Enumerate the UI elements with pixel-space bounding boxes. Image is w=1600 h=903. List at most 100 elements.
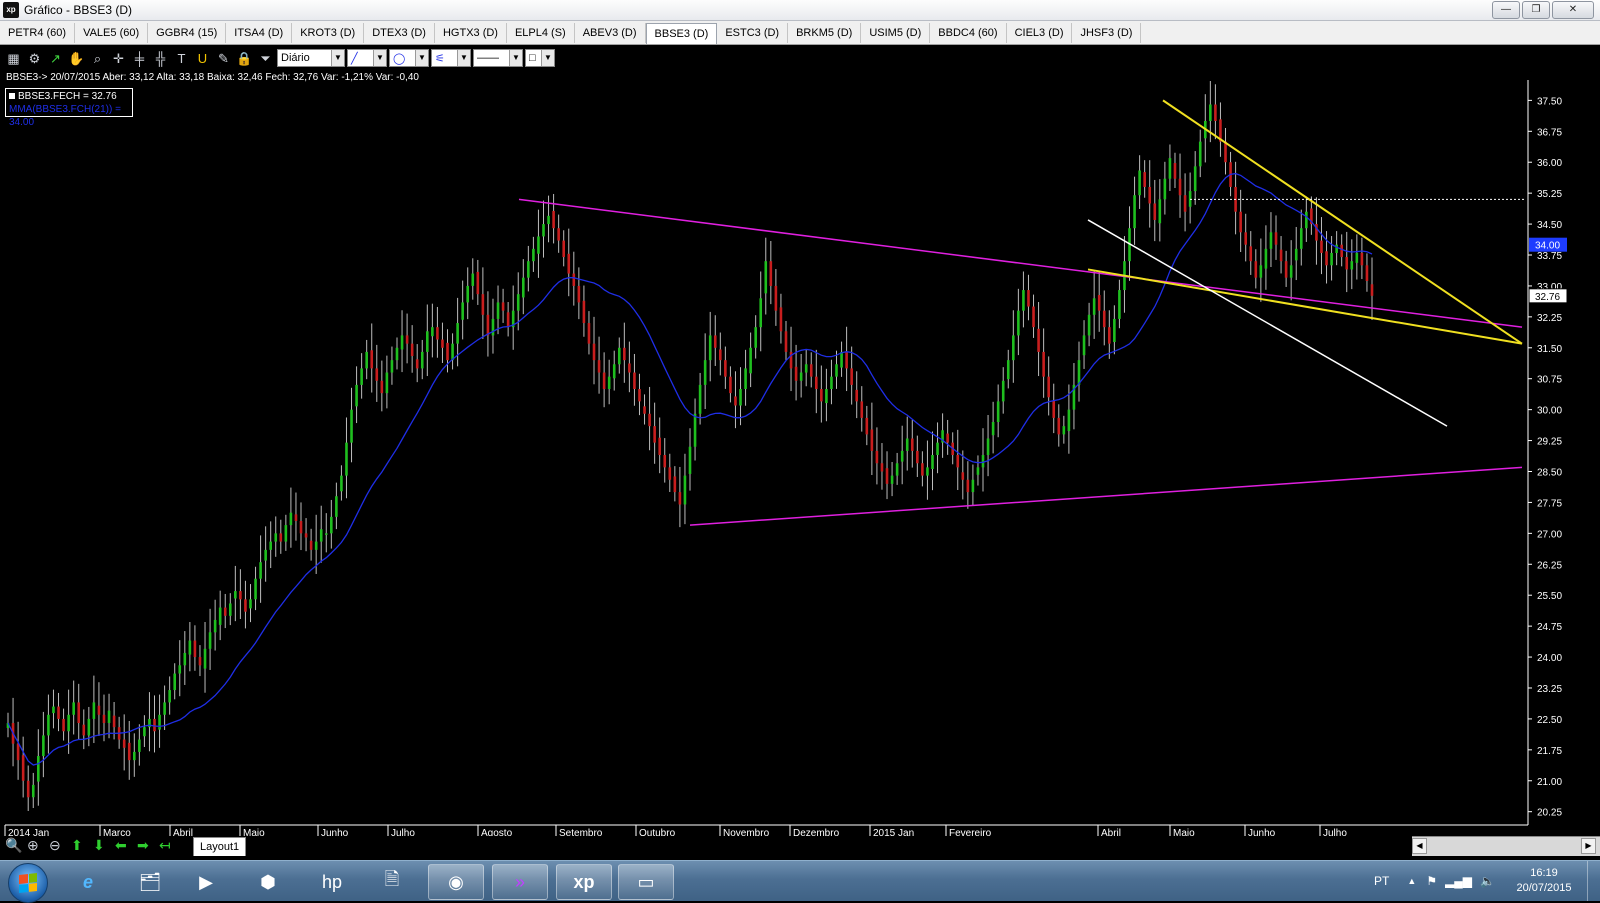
chevron-down-icon[interactable]: ▼ <box>373 50 386 66</box>
chart-svg[interactable]: 37.5036.7536.0035.2534.5033.7533.0032.25… <box>0 70 1600 839</box>
candle-body <box>1249 246 1253 262</box>
candle-body <box>1193 166 1197 192</box>
layout-tab[interactable]: Layout1 <box>193 837 247 856</box>
chevron-down-icon[interactable]: ▼ <box>415 50 428 66</box>
symbol-tab[interactable]: GGBR4 (15) <box>148 23 227 43</box>
eraser-icon[interactable]: ✎ <box>214 49 233 68</box>
back-arrow-icon[interactable]: ↤ <box>159 837 171 854</box>
candle-body <box>476 271 480 295</box>
candle-body <box>274 533 278 542</box>
close-button[interactable]: ✕ <box>1552 1 1594 19</box>
volume-icon[interactable]: 🔈 <box>1480 874 1495 888</box>
start-button[interactable] <box>8 863 48 903</box>
chevron-down-icon[interactable]: ▼ <box>509 50 522 66</box>
language-indicator[interactable]: PT <box>1374 874 1389 888</box>
horizontal-scrollbar[interactable]: ◀ ▶ <box>1412 836 1600 856</box>
tray-up-arrow-icon[interactable]: ▲ <box>1407 876 1416 886</box>
media-player-icon[interactable]: ▶ <box>178 864 234 900</box>
window-title: Gráfico - BBSE3 (D) <box>24 3 133 17</box>
line-color-select[interactable]: □ ▼ <box>525 49 555 67</box>
files-icon[interactable]: 🗎 <box>364 864 420 900</box>
app-arrow-icon[interactable]: » <box>492 864 548 900</box>
right-arrow-icon[interactable]: ➡ <box>137 837 149 854</box>
image-viewer-icon[interactable]: ▭ <box>618 864 674 900</box>
scroll-right-button[interactable]: ▶ <box>1581 838 1596 854</box>
hp-icon[interactable]: hp <box>304 864 360 900</box>
minimize-button[interactable]: — <box>1492 1 1520 19</box>
action-center-icon[interactable]: ⚑ <box>1426 874 1437 888</box>
hand-icon[interactable]: ✋ <box>67 49 86 68</box>
window-titlebar: xp Gráfico - BBSE3 (D) — ❐ ✕ <box>0 0 1600 21</box>
zoom-out-icon[interactable]: ⊖ <box>49 837 61 854</box>
chevron-down-icon[interactable]: ▼ <box>541 50 554 66</box>
candle-body <box>87 718 91 736</box>
candle-body <box>1299 228 1303 249</box>
explorer-icon[interactable]: 🗂 <box>122 864 178 900</box>
candle-body <box>228 603 232 616</box>
candle-body <box>491 318 495 336</box>
chart-type-icon[interactable]: ▦ <box>4 49 23 68</box>
candle-body <box>855 389 859 402</box>
candle-body <box>173 673 177 691</box>
symbol-tab[interactable]: ELPL4 (S) <box>507 23 575 43</box>
candle-body <box>1062 426 1066 435</box>
text-icon[interactable]: T <box>172 49 191 68</box>
zoom-in-icon[interactable]: ⊕ <box>27 837 39 854</box>
scroll-left-button[interactable]: ◀ <box>1412 838 1427 854</box>
network-icon[interactable]: ⬢ <box>240 864 296 900</box>
chrome-icon[interactable]: ◉ <box>428 864 484 900</box>
candle-body <box>213 619 217 633</box>
filter-icon[interactable]: ⏷ <box>256 49 275 68</box>
period-select-value: Diário <box>281 52 310 64</box>
left-arrow-icon[interactable]: ⬅ <box>115 837 127 854</box>
clock[interactable]: 16:19 20/07/2015 <box>1507 866 1581 896</box>
candle-body <box>304 533 308 538</box>
crosshair-icon[interactable]: ✛ <box>109 49 128 68</box>
candle-body <box>910 438 914 451</box>
line-tool-select[interactable]: ╱ ▼ <box>347 49 387 67</box>
symbol-tab[interactable]: BRKM5 (D) <box>788 23 862 43</box>
xp-icon[interactable]: xp <box>556 864 612 900</box>
line-style-select[interactable]: —— ▼ <box>473 49 523 67</box>
candle-body <box>259 562 262 579</box>
y-tick-label: 29.25 <box>1537 437 1562 448</box>
symbol-tab[interactable]: CIEL3 (D) <box>1007 23 1073 43</box>
candle-body <box>1365 265 1369 281</box>
settings-icon[interactable]: ⚙ <box>25 49 44 68</box>
fib-tool-select[interactable]: ⚟ ▼ <box>431 49 471 67</box>
candle-body <box>279 533 283 542</box>
candle-body <box>163 702 166 715</box>
show-desktop-button[interactable] <box>1587 861 1600 901</box>
zoom-icon[interactable]: 🔍 <box>5 837 22 854</box>
chevron-down-icon[interactable]: ▼ <box>331 50 344 66</box>
up-arrow-icon[interactable]: ⬆ <box>71 837 83 854</box>
y-tick-label: 37.50 <box>1537 96 1562 107</box>
price-chart[interactable]: 37.50 36.75 36.00 35.25 34.50 33.75 33.00 32.25… <box>0 70 1600 839</box>
ie-icon[interactable]: e <box>60 864 116 900</box>
lock-icon[interactable]: 🔒 <box>235 49 254 68</box>
symbol-tab[interactable]: ESTC3 (D) <box>717 23 789 43</box>
symbol-tab[interactable]: KROT3 (D) <box>292 23 365 43</box>
symbol-tab[interactable]: HGTX3 (D) <box>435 23 507 43</box>
cursor-icon[interactable]: ↗ <box>46 49 65 68</box>
symbol-tab[interactable]: JHSF3 (D) <box>1072 23 1142 43</box>
magnet-icon[interactable]: U <box>193 49 212 68</box>
symbol-tab[interactable]: USIM5 (D) <box>861 23 931 43</box>
ellipse-tool-select[interactable]: ◯ ▼ <box>389 49 429 67</box>
symbol-tab[interactable]: ABEV3 (D) <box>575 23 646 43</box>
hline-icon[interactable]: ╪ <box>130 49 149 68</box>
symbol-tab[interactable]: ITSA4 (D) <box>226 23 293 43</box>
symbol-tab[interactable]: VALE5 (60) <box>75 23 149 43</box>
symbol-tab[interactable]: BBSE3 (D) <box>645 23 718 44</box>
grid-icon[interactable]: ╬ <box>151 49 170 68</box>
network-signal-icon[interactable]: ▂▄▆ <box>1445 874 1472 888</box>
chevron-down-icon[interactable]: ▼ <box>457 50 470 66</box>
down-arrow-icon[interactable]: ⬇ <box>93 837 105 854</box>
magnifier-icon[interactable]: ⌕ <box>88 49 107 68</box>
candle-body <box>1087 314 1091 336</box>
symbol-tab[interactable]: DTEX3 (D) <box>364 23 435 43</box>
restore-button[interactable]: ❐ <box>1522 1 1550 19</box>
period-select[interactable]: Diário ▼ <box>277 49 345 67</box>
symbol-tab[interactable]: BBDC4 (60) <box>930 23 1007 43</box>
symbol-tab[interactable]: PETR4 (60) <box>0 23 76 43</box>
